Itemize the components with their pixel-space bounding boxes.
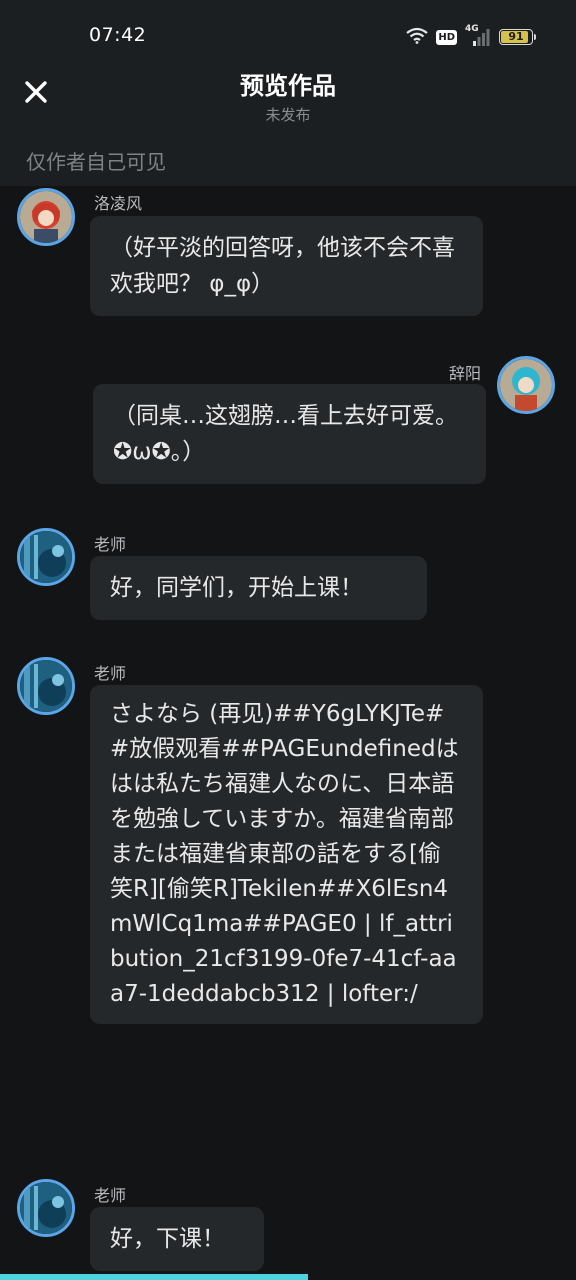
hd-badge: HD bbox=[436, 29, 457, 45]
avatar[interactable] bbox=[17, 657, 75, 715]
avatar[interactable] bbox=[17, 528, 75, 586]
sender-name: 辞阳 bbox=[449, 364, 482, 383]
battery-level: 91 bbox=[508, 30, 524, 43]
message-bubble[interactable]: （好平淡的回答呀，他该不会不喜欢我吧？ φ_φ） bbox=[90, 216, 483, 316]
avatar[interactable] bbox=[17, 1179, 75, 1237]
page-title: 预览作品 bbox=[240, 72, 336, 100]
message-bubble[interactable]: さよなら (再见)##Y6gLYKJTe##放假观看##PAGEundefine… bbox=[90, 685, 483, 1024]
wifi-icon bbox=[406, 27, 429, 48]
message-bubble[interactable]: 好，同学们，开始上课！ bbox=[90, 556, 427, 620]
header: 预览作品 未发布 bbox=[0, 62, 576, 132]
preview-screen: 07:42 HD 4G 91 预览作品 未发布 仅作者自己可见 洛凌风 （好平淡… bbox=[0, 0, 576, 1280]
publish-status: 未发布 bbox=[265, 106, 311, 124]
battery: 91 bbox=[499, 29, 533, 45]
sender-name: 老师 bbox=[94, 1186, 127, 1205]
visibility-note: 仅作者自己可见 bbox=[26, 150, 166, 174]
sender-name: 老师 bbox=[94, 535, 127, 554]
cellular-signal-icon: 4G bbox=[465, 24, 491, 47]
status-icons: HD 4G 91 bbox=[406, 24, 536, 48]
avatar[interactable] bbox=[17, 188, 75, 246]
status-time: 07:42 bbox=[89, 24, 147, 46]
reading-progress-bar bbox=[0, 1274, 309, 1280]
sender-name: 洛凌风 bbox=[94, 194, 143, 213]
message-bubble[interactable]: 好，下课！ bbox=[90, 1207, 264, 1271]
battery-icon: 91 bbox=[499, 29, 536, 45]
avatar[interactable] bbox=[497, 356, 555, 414]
message-bubble[interactable]: （同桌…这翅膀…看上去好可爱。✪ω✪。） bbox=[93, 384, 486, 484]
battery-cap bbox=[534, 34, 536, 40]
sender-name: 老师 bbox=[94, 664, 127, 683]
